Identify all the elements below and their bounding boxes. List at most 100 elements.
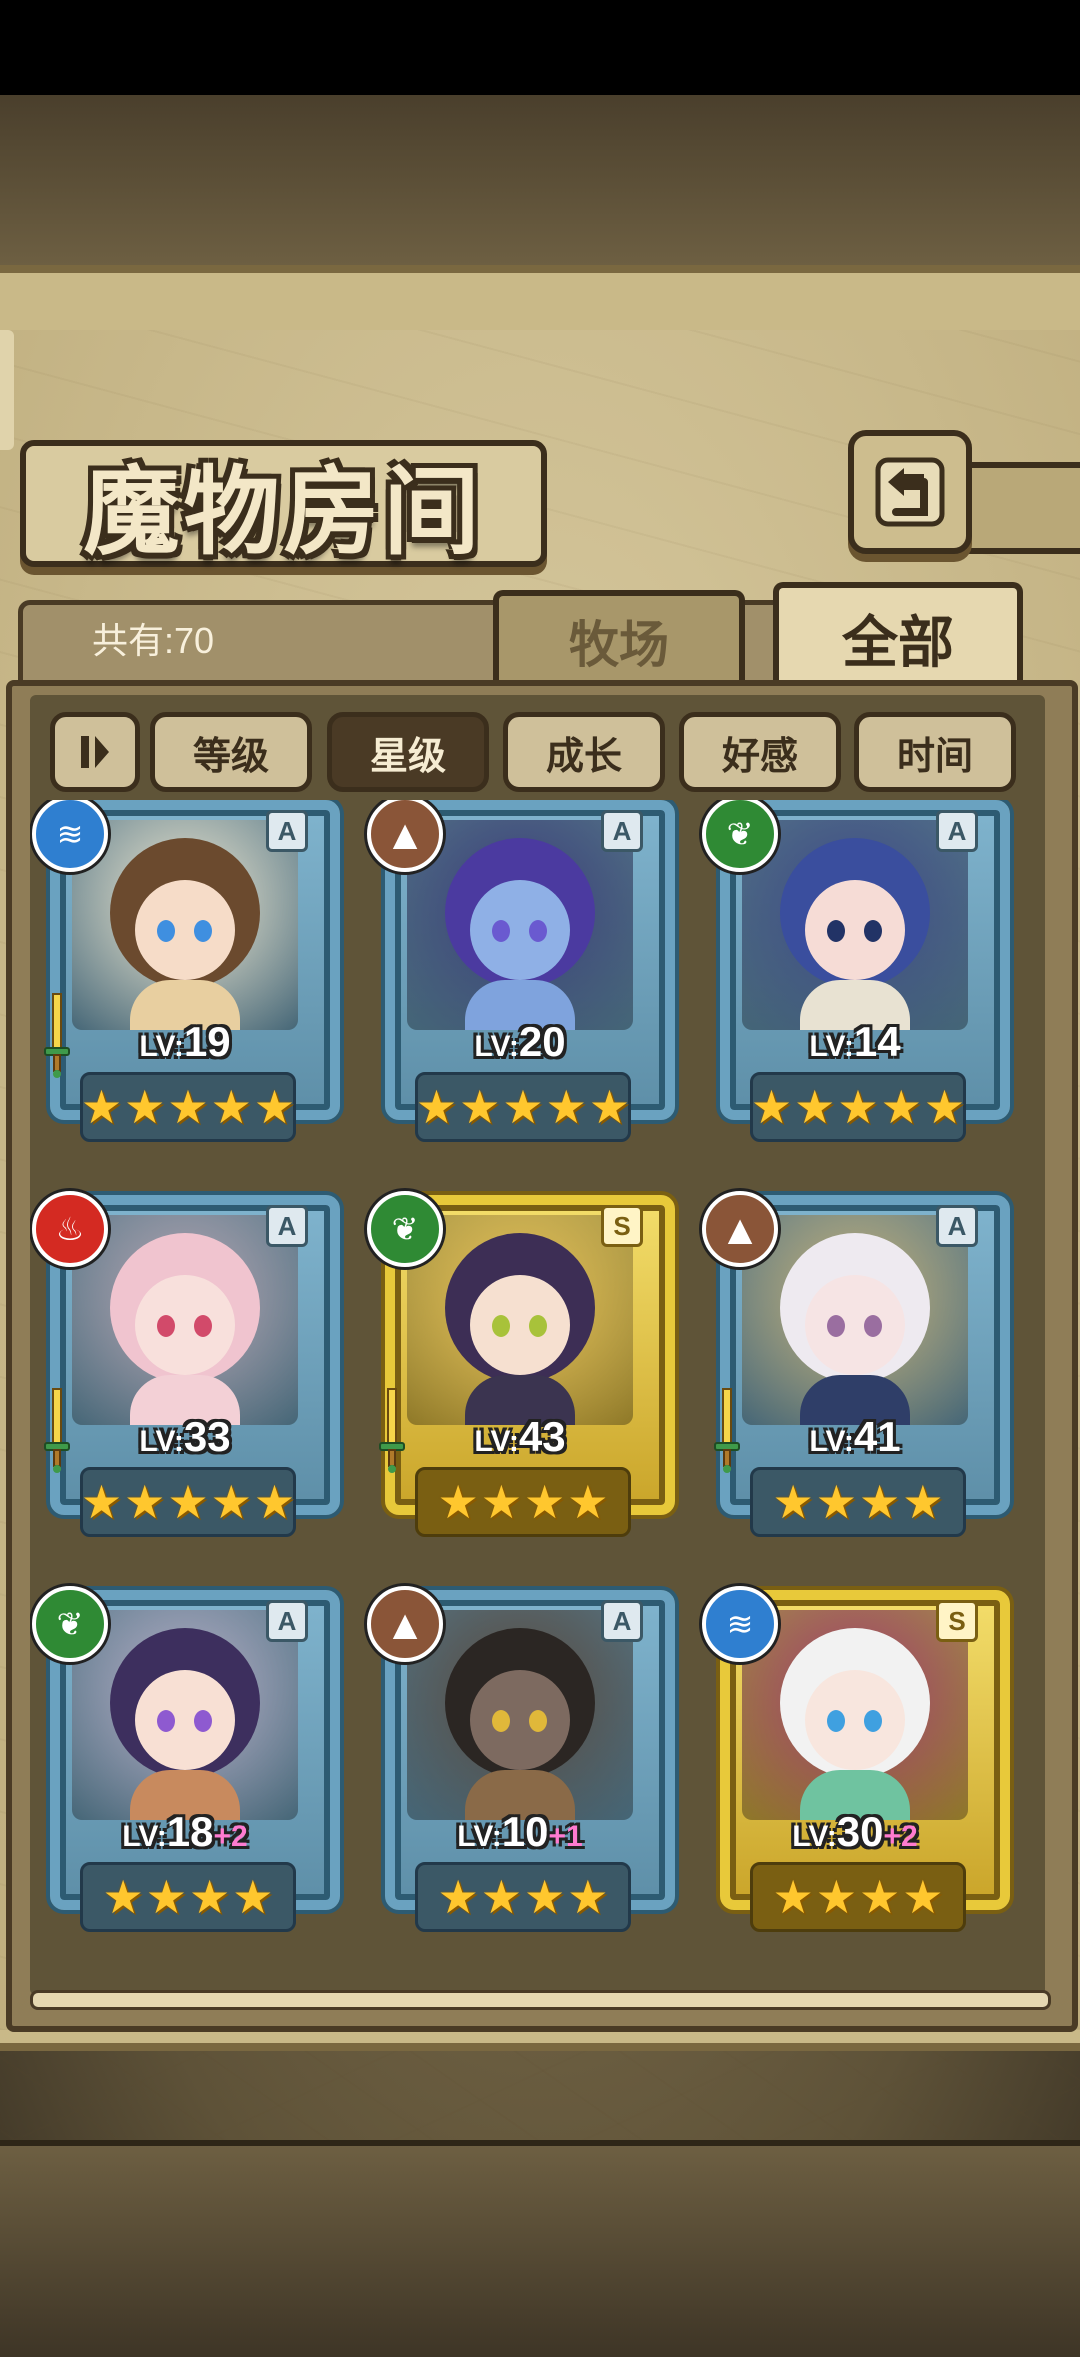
monster-level: LV:19 <box>30 1018 340 1066</box>
star-icon: ★ <box>480 1870 522 1924</box>
page-title: 魔物房间 <box>83 455 484 568</box>
level-prefix: LV: <box>809 1425 854 1458</box>
monster-portrait <box>742 1610 968 1820</box>
star-icon: ★ <box>437 1475 479 1529</box>
portrait-eye <box>492 920 510 942</box>
star-rating: ★ ★ ★ ★ ★ <box>80 1072 296 1142</box>
star-icon: ★ <box>253 1080 296 1134</box>
level-prefix: LV: <box>457 1820 502 1853</box>
star-icon: ★ <box>772 1870 814 1924</box>
star-icon: ★ <box>459 1080 501 1134</box>
monster-card[interactable]: A ▲ LV:20 ★ ★ ★ ★ ★ <box>365 800 675 1145</box>
portrait-face <box>805 1670 905 1770</box>
level-value: 30 <box>836 1808 884 1855</box>
monster-portrait <box>72 820 298 1030</box>
portrait-eye <box>194 920 212 942</box>
star-icon: ★ <box>102 1870 144 1924</box>
rank-badge: A <box>936 810 978 852</box>
water-element-icon: ≋ <box>702 1586 778 1662</box>
rank-badge: A <box>266 1600 308 1642</box>
fire-element-icon: ♨ <box>32 1191 108 1267</box>
level-prefix: LV: <box>474 1425 519 1458</box>
star-rating: ★ ★ ★ ★ ★ <box>80 1467 296 1537</box>
monster-level: LV:41 <box>700 1413 1010 1461</box>
star-icon: ★ <box>772 1475 814 1529</box>
portrait-eye <box>157 1315 175 1337</box>
monster-card[interactable]: A ❦ LV:14 ★ ★ ★ ★ ★ <box>700 800 1010 1145</box>
monster-portrait <box>742 820 968 1030</box>
star-rating: ★ ★ ★ ★ <box>415 1467 631 1537</box>
monster-portrait <box>407 1610 633 1820</box>
monster-level: LV:43 <box>365 1413 675 1461</box>
sort-growth-button[interactable]: 成长 <box>503 712 665 792</box>
star-rating: ★ ★ ★ ★ <box>750 1467 966 1537</box>
monster-card[interactable]: A ♨ LV:33 ★ ★ ★ ★ ★ <box>30 1191 340 1540</box>
rank-badge: S <box>936 1600 978 1642</box>
monster-portrait <box>407 820 633 1030</box>
star-icon: ★ <box>124 1475 166 1529</box>
sort-order-toggle[interactable] <box>50 712 140 792</box>
monster-card[interactable]: A ≋ LV:19 ★ ★ ★ ★ ★ <box>30 800 340 1145</box>
star-rating: ★ ★ ★ ★ <box>415 1862 631 1932</box>
rank-badge: A <box>266 1205 308 1247</box>
portrait-eye <box>529 920 547 942</box>
star-icon: ★ <box>567 1475 609 1529</box>
portrait-face <box>135 1275 235 1375</box>
star-icon: ★ <box>437 1870 479 1924</box>
star-rating: ★ ★ ★ ★ <box>80 1862 296 1932</box>
portrait-face <box>470 1670 570 1770</box>
monster-count: 共有:70 <box>92 620 215 661</box>
sort-level-button[interactable]: 等级 <box>150 712 312 792</box>
sort-time-button[interactable]: 时间 <box>854 712 1016 792</box>
rank-badge: A <box>266 810 308 852</box>
level-value: 33 <box>183 1413 231 1460</box>
level-prefix: LV: <box>809 1030 854 1063</box>
monster-grid[interactable]: A ≋ LV:19 ★ ★ ★ ★ ★ A ▲ LV:20 ★ ★ ★ ★ ★ A ❦ LV:14 ★ ★ ★ ★ ★ A ♨ LV… <box>30 800 1045 1980</box>
portrait-face <box>805 1275 905 1375</box>
earth-element-icon: ▲ <box>367 1586 443 1662</box>
star-icon: ★ <box>80 1080 123 1134</box>
earth-element-icon: ▲ <box>702 1191 778 1267</box>
star-icon: ★ <box>189 1870 231 1924</box>
back-button[interactable] <box>848 430 972 554</box>
portrait-eye <box>864 1710 882 1732</box>
monster-card[interactable]: S ❦ LV:43 ★ ★ ★ ★ <box>365 1191 675 1540</box>
portrait-eye <box>157 1710 175 1732</box>
star-icon: ★ <box>502 1080 544 1134</box>
portrait-eye <box>864 920 882 942</box>
monster-card[interactable]: A ▲ LV:10+1 ★ ★ ★ ★ <box>365 1586 675 1935</box>
portrait-face <box>805 880 905 980</box>
star-icon: ★ <box>167 1080 209 1134</box>
star-icon: ★ <box>902 1870 944 1924</box>
portrait-eye <box>529 1710 547 1732</box>
star-icon: ★ <box>167 1475 209 1529</box>
star-icon: ★ <box>794 1080 836 1134</box>
monster-level: LV:10+1 <box>365 1808 675 1856</box>
star-icon: ★ <box>415 1080 458 1134</box>
monster-level: LV:33 <box>30 1413 340 1461</box>
portrait-face <box>470 880 570 980</box>
sort-stars-button[interactable]: 星级 <box>327 712 489 792</box>
tab-ranch[interactable]: 牧场 <box>493 590 745 686</box>
portrait-face <box>135 880 235 980</box>
star-icon: ★ <box>210 1475 252 1529</box>
monster-card[interactable]: S ≋ LV:30+2 ★ ★ ★ ★ <box>700 1586 1010 1935</box>
star-icon: ★ <box>232 1870 274 1924</box>
monster-level: LV:30+2 <box>700 1808 1010 1856</box>
monster-level: LV:14 <box>700 1018 1010 1066</box>
star-icon: ★ <box>750 1080 793 1134</box>
monster-card[interactable]: A ❦ LV:18+2 ★ ★ ★ ★ <box>30 1586 340 1935</box>
level-prefix: LV: <box>474 1030 519 1063</box>
sort-order-icon <box>81 736 109 768</box>
star-icon: ★ <box>567 1870 609 1924</box>
sort-affection-button[interactable]: 好感 <box>679 712 841 792</box>
star-icon: ★ <box>880 1080 922 1134</box>
level-value: 18 <box>166 1808 214 1855</box>
wood-element-icon: ❦ <box>32 1586 108 1662</box>
tab-all[interactable]: 全部 <box>773 582 1023 688</box>
star-icon: ★ <box>545 1080 587 1134</box>
monster-card[interactable]: A ▲ LV:41 ★ ★ ★ ★ <box>700 1191 1010 1540</box>
star-icon: ★ <box>902 1475 944 1529</box>
star-rating: ★ ★ ★ ★ ★ <box>750 1072 966 1142</box>
rank-badge: A <box>601 1600 643 1642</box>
